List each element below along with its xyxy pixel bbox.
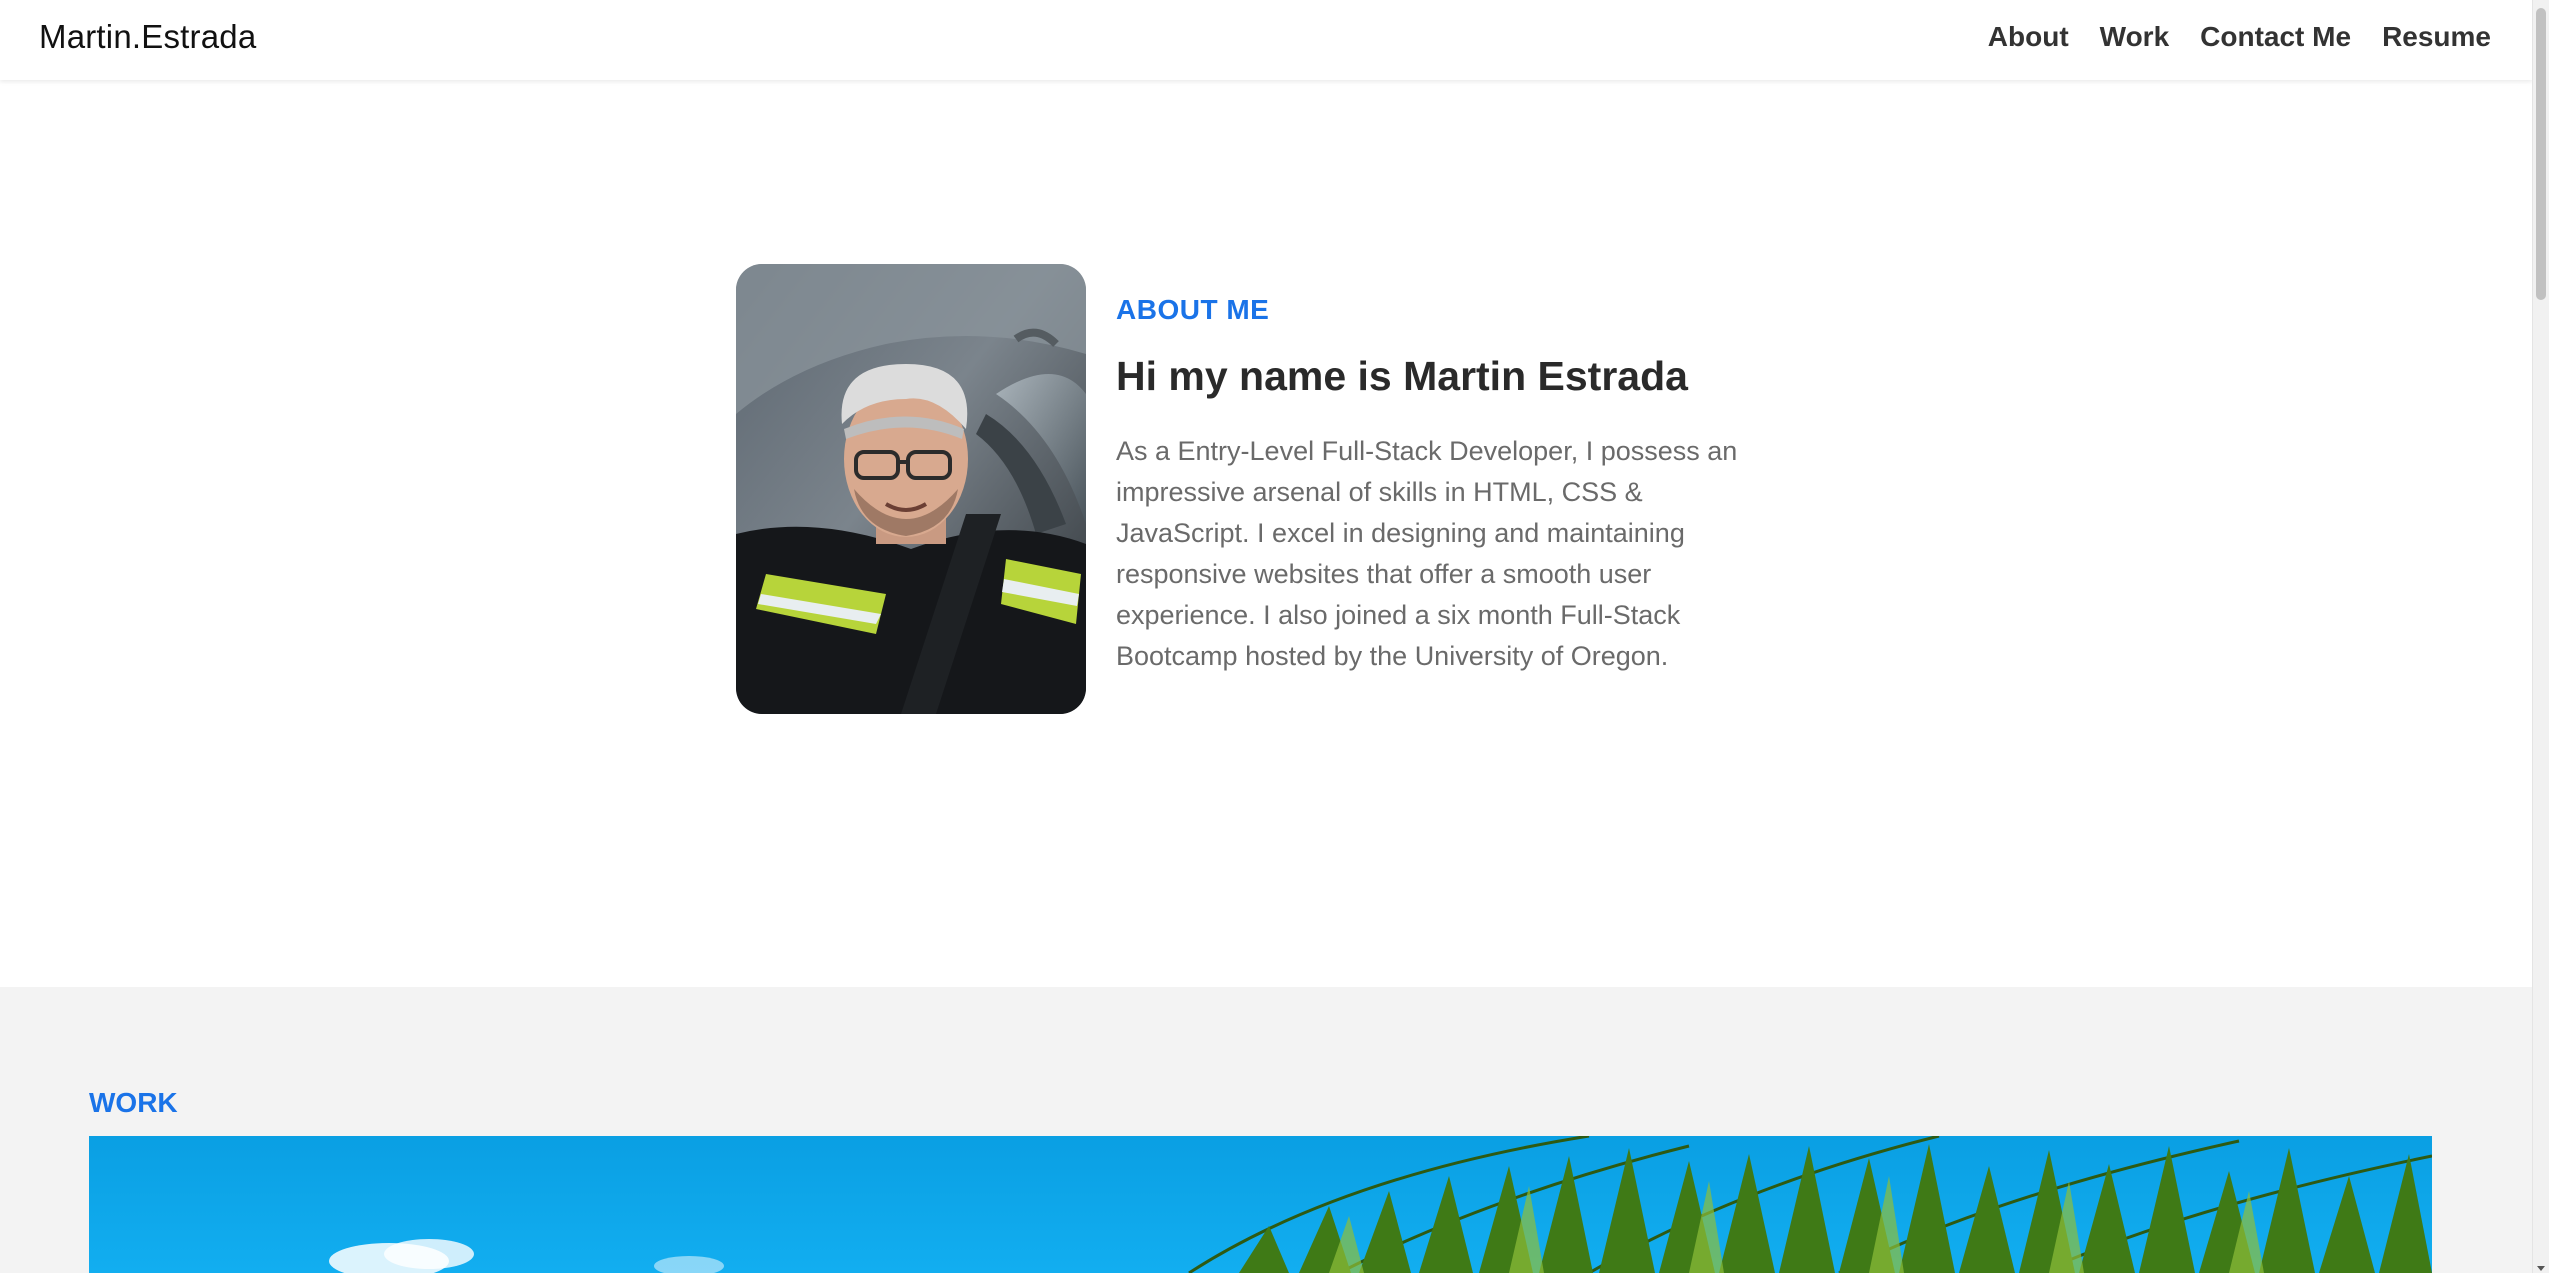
page-scrollbar[interactable]	[2532, 0, 2549, 1273]
brand-logo-link[interactable]: Martin.Estrada	[39, 17, 256, 57]
about-content: ABOUT ME Hi my name is Martin Estrada As…	[1116, 293, 1776, 677]
nav-link-resume[interactable]: Resume	[2382, 17, 2491, 57]
scrollbar-thumb[interactable]	[2536, 8, 2546, 300]
work-banner-image[interactable]	[89, 1136, 2432, 1273]
main-nav: About Work Contact Me Resume	[1988, 17, 2491, 57]
nav-link-contact[interactable]: Contact Me	[2200, 17, 2351, 57]
page: Martin.Estrada About Work Contact Me Res…	[0, 0, 2532, 1273]
about-eyebrow: ABOUT ME	[1116, 294, 1270, 325]
scroll-down-arrow-icon[interactable]	[2537, 1266, 2545, 1271]
work-section: WORK	[0, 987, 2532, 1273]
about-section: ABOUT ME Hi my name is Martin Estrada As…	[0, 80, 2532, 987]
work-heading: WORK	[89, 1087, 178, 1118]
about-heading: Hi my name is Martin Estrada	[1116, 353, 1688, 399]
profile-photo	[736, 264, 1086, 714]
nav-link-about[interactable]: About	[1988, 17, 2069, 57]
site-header: Martin.Estrada About Work Contact Me Res…	[0, 0, 2532, 80]
browser-viewport: Martin.Estrada About Work Contact Me Res…	[0, 0, 2549, 1273]
about-description: As a Entry-Level Full-Stack Developer, I…	[1116, 436, 1738, 671]
nav-link-work[interactable]: Work	[2100, 17, 2170, 57]
